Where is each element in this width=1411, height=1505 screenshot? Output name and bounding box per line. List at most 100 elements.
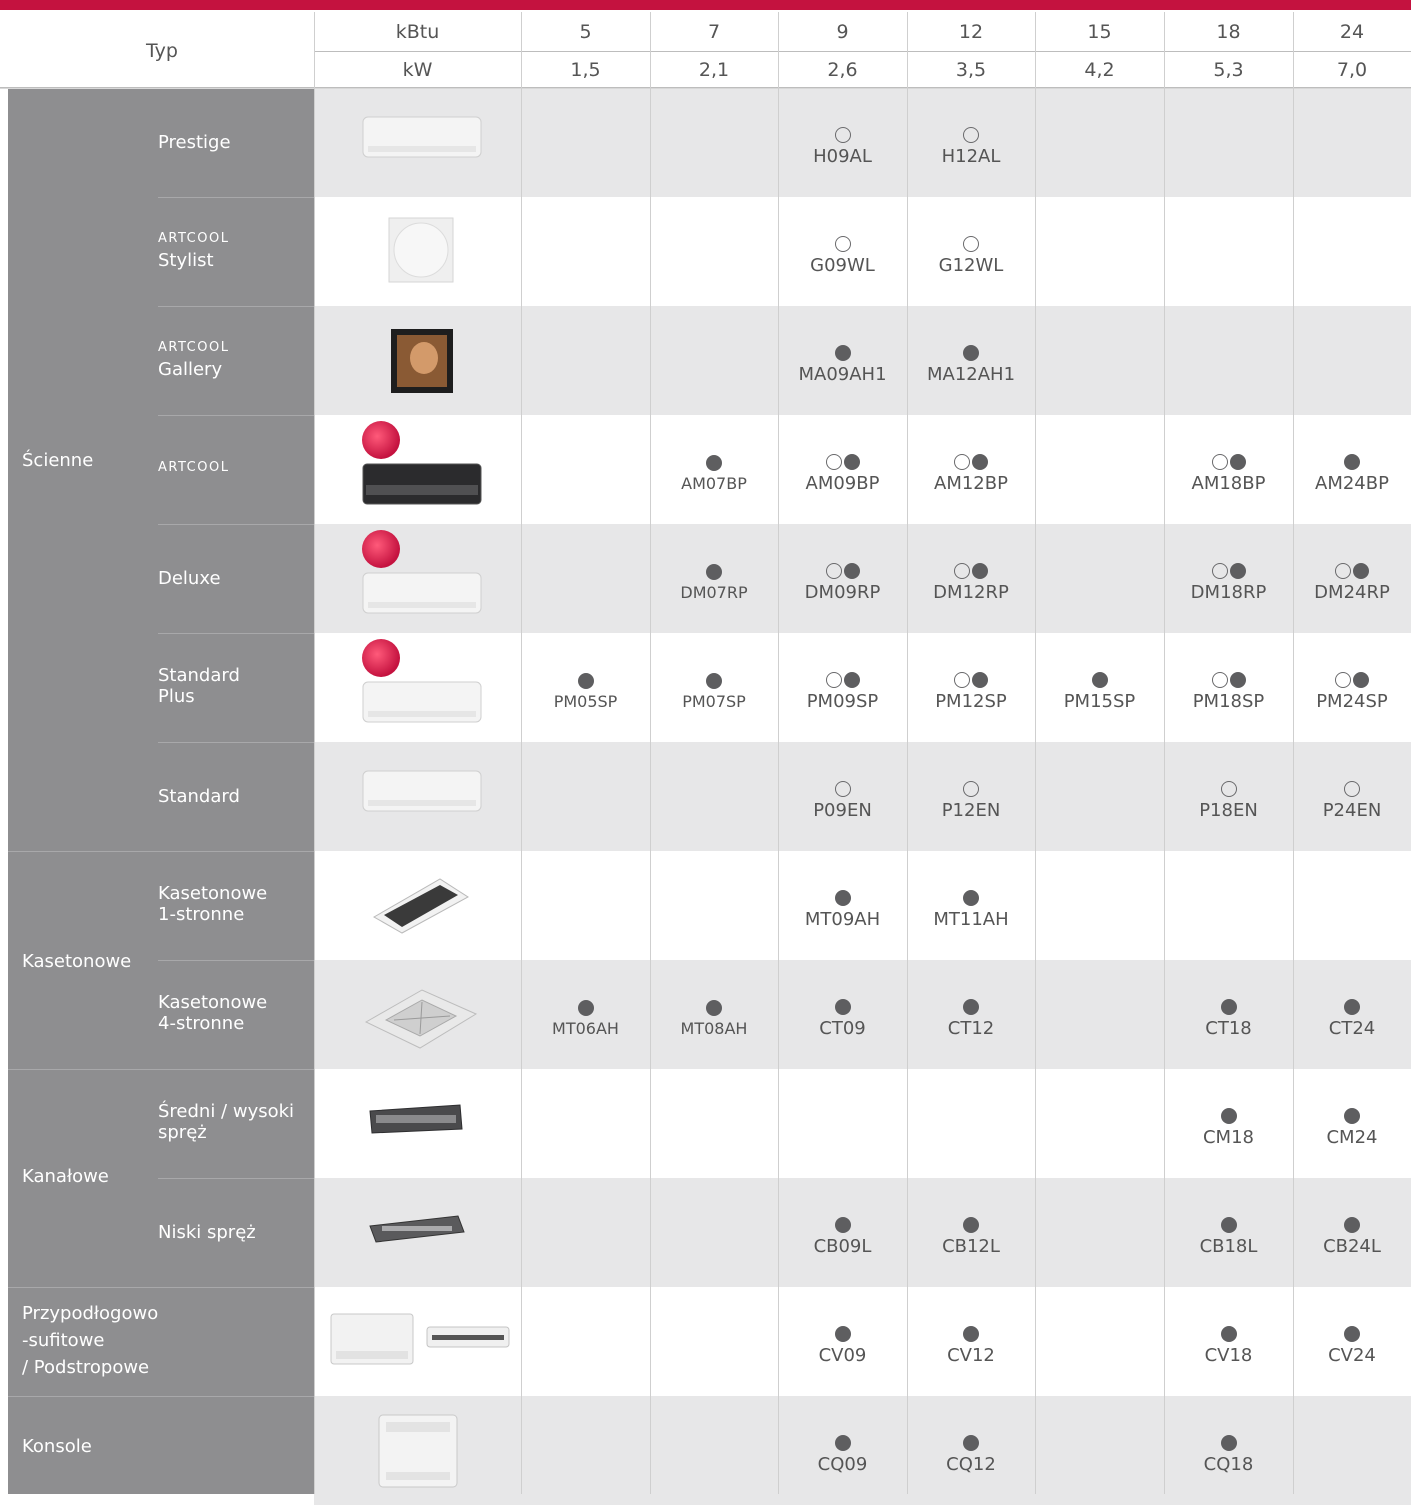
availability-markers [1344,453,1360,471]
model-cell: DM18RP [1164,552,1293,612]
model-cell: P12EN [907,770,1035,830]
wall-unit-white-icon [362,116,482,158]
empty-circle-icon [1335,562,1351,579]
availability-markers [954,671,988,689]
availability-markers [1344,1216,1360,1234]
filled-circle-icon [963,344,979,361]
availability-markers [1220,1325,1237,1343]
availability-markers [963,235,979,253]
model-code: CM24 [1326,1126,1378,1148]
availability-markers [834,344,851,362]
model-code: PM05SP [553,691,618,711]
model-cell: CM18 [1164,1097,1293,1157]
model-code: MA12AH1 [926,363,1016,385]
header-kw-value: 7,0 [1293,51,1411,88]
model-code: CV09 [818,1344,867,1366]
model-code: PM09SP [806,690,879,712]
availability-markers [834,780,851,798]
model-cell: PM05SP [521,661,650,721]
model-code: PM24SP [1316,690,1388,712]
header-kbtu-value: 24 [1293,12,1411,51]
wall-unit-black-icon [362,463,482,505]
filled-circle-icon [834,1216,851,1233]
filled-circle-icon [706,672,722,689]
filled-circle-icon [1229,562,1246,579]
model-code: P18EN [1199,799,1258,821]
subcategory-name: Kasetonowe 1-stronne [158,882,268,925]
header-kbtu-value: 9 [778,12,907,51]
filled-circle-icon [843,562,860,579]
model-code: H09AL [813,145,872,167]
availability-markers [1344,1107,1360,1125]
availability-markers [825,453,860,471]
model-code: P12EN [941,799,1001,821]
empty-circle-icon [834,780,851,797]
model-cell: G12WL [907,225,1035,285]
availability-markers [1220,998,1237,1016]
availability-markers [834,126,851,144]
header-kw-value: 1,5 [521,51,650,88]
filled-circle-icon [706,454,722,471]
subcategory-separator [158,633,314,634]
subcategory-separator [158,742,314,743]
header-kbtu-value: 5 [521,12,650,51]
model-code: CT18 [1205,1017,1252,1039]
subcategory-label: ARTCOOL Stylist [158,229,229,272]
empty-circle-icon [834,235,851,252]
subcategory-label: Standard [158,785,240,808]
availability-markers [954,453,988,471]
artcool-brand-label: ARTCOOL [158,460,230,475]
model-code: CQ12 [946,1453,996,1475]
empty-circle-icon [963,780,979,797]
picture-frame-unit-icon [391,329,453,393]
model-code: PM07SP [682,691,746,711]
filled-circle-icon [834,1434,851,1451]
column-divider [1293,12,1294,1494]
availability-markers [825,671,860,689]
filled-circle-icon [834,998,851,1015]
console-unit-icon [378,1414,458,1488]
model-code: CT09 [819,1017,866,1039]
model-code: P24EN [1322,799,1382,821]
filled-circle-icon [1353,562,1369,579]
model-cell: CQ09 [778,1424,907,1484]
header-kbtu-value: 7 [650,12,778,51]
model-code: DM12RP [933,581,1009,603]
availability-markers [706,999,722,1017]
subcategory-label: Średni / wysoki spręż [158,1101,294,1143]
empty-circle-icon [834,126,851,143]
availability-markers [834,889,851,907]
new-badge-icon [362,530,400,568]
model-code: G09WL [810,254,875,276]
filled-circle-icon [963,1434,979,1451]
category-label: Ścienne [22,450,94,471]
model-code: AM07BP [681,473,747,493]
model-cell: DM12RP [907,552,1035,612]
empty-circle-icon [1335,671,1351,688]
model-code: PM12SP [935,690,1007,712]
category-separator [8,1287,314,1288]
filled-circle-icon [1229,671,1246,688]
category-label: Przypodłogowo -sufitowe / Podstropowe [22,1303,159,1378]
availability-markers [1335,562,1369,580]
model-code: CB09L [813,1235,872,1257]
model-cell: AM09BP [778,443,907,503]
wall-unit-white-icon [362,572,482,614]
availability-markers [1344,1325,1360,1343]
square-round-panel-icon [388,217,454,283]
availability-markers [1220,1434,1237,1452]
filled-circle-icon [706,563,722,580]
model-code: AM09BP [805,472,880,494]
availability-markers [706,454,722,472]
model-code: DM24RP [1314,581,1390,603]
filled-circle-icon [1344,1325,1360,1342]
model-code: DM09RP [804,581,881,603]
model-cell: CB18L [1164,1206,1293,1266]
header-kw-value: 2,6 [778,51,907,88]
subcategory-separator [158,306,314,307]
header-kbtu-value: 12 [907,12,1035,51]
availability-markers [1344,998,1360,1016]
filled-circle-icon [1220,1216,1237,1233]
model-code: MT06AH [552,1018,619,1038]
availability-markers [1220,1216,1237,1234]
